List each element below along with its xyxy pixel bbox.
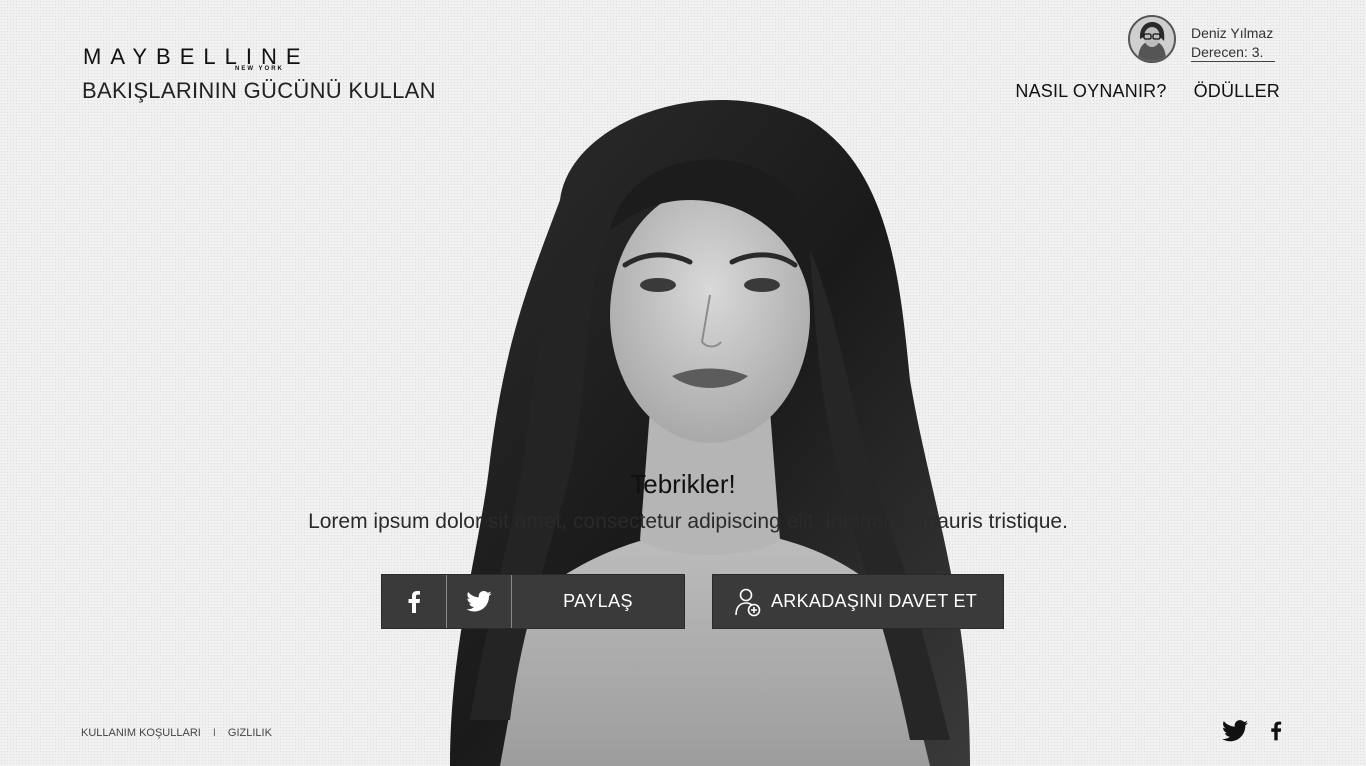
privacy-link[interactable]: GIZLILIK (228, 727, 272, 739)
twitter-icon (466, 591, 492, 612)
invite-friend-button[interactable]: ARKADAŞINI DAVET ET (712, 574, 1004, 629)
footer-separator: I (212, 727, 216, 739)
footer-social (1222, 720, 1282, 742)
share-button-group: PAYLAŞ (381, 574, 685, 629)
share-twitter-button[interactable] (447, 575, 512, 628)
facebook-icon[interactable] (1270, 720, 1282, 742)
hero-model-image (450, 100, 970, 766)
share-button[interactable]: PAYLAŞ (512, 575, 684, 628)
nav-how-to-play[interactable]: NASIL OYNANIR? (1015, 81, 1166, 102)
invite-friend-label: ARKADAŞINI DAVET ET (771, 591, 978, 611)
facebook-icon (408, 590, 420, 613)
nav-rewards[interactable]: ÖDÜLLER (1194, 81, 1280, 102)
brand-logo-sub: NEW YORK (235, 66, 284, 72)
brand-logo[interactable]: MAYBELLINE (83, 46, 310, 68)
twitter-icon[interactable] (1222, 720, 1248, 742)
congrats-title: Tebrikler! (630, 469, 736, 499)
add-user-icon (735, 588, 761, 616)
user-rank[interactable]: Derecen: 3. (1191, 44, 1276, 62)
share-facebook-button[interactable] (382, 575, 447, 628)
avatar-portrait-icon (1130, 17, 1174, 61)
terms-link[interactable]: KULLANIM KOŞULLARI (81, 727, 201, 739)
page-tagline: BAKIŞLARININ GÜCÜNÜ KULLAN (82, 78, 436, 103)
user-name: Deniz Yılmaz (1191, 25, 1274, 41)
congrats-message: Lorem ipsum dolor sit amet, consectetur … (308, 510, 1068, 533)
user-profile[interactable]: Deniz Yılmaz Derecen: 3. (1128, 15, 1286, 67)
user-avatar[interactable] (1128, 15, 1176, 63)
footer-links: KULLANIM KOŞULLARI I GIZLILIK (81, 727, 272, 739)
main-nav: NASIL OYNANIR? ÖDÜLLER (1015, 81, 1280, 102)
